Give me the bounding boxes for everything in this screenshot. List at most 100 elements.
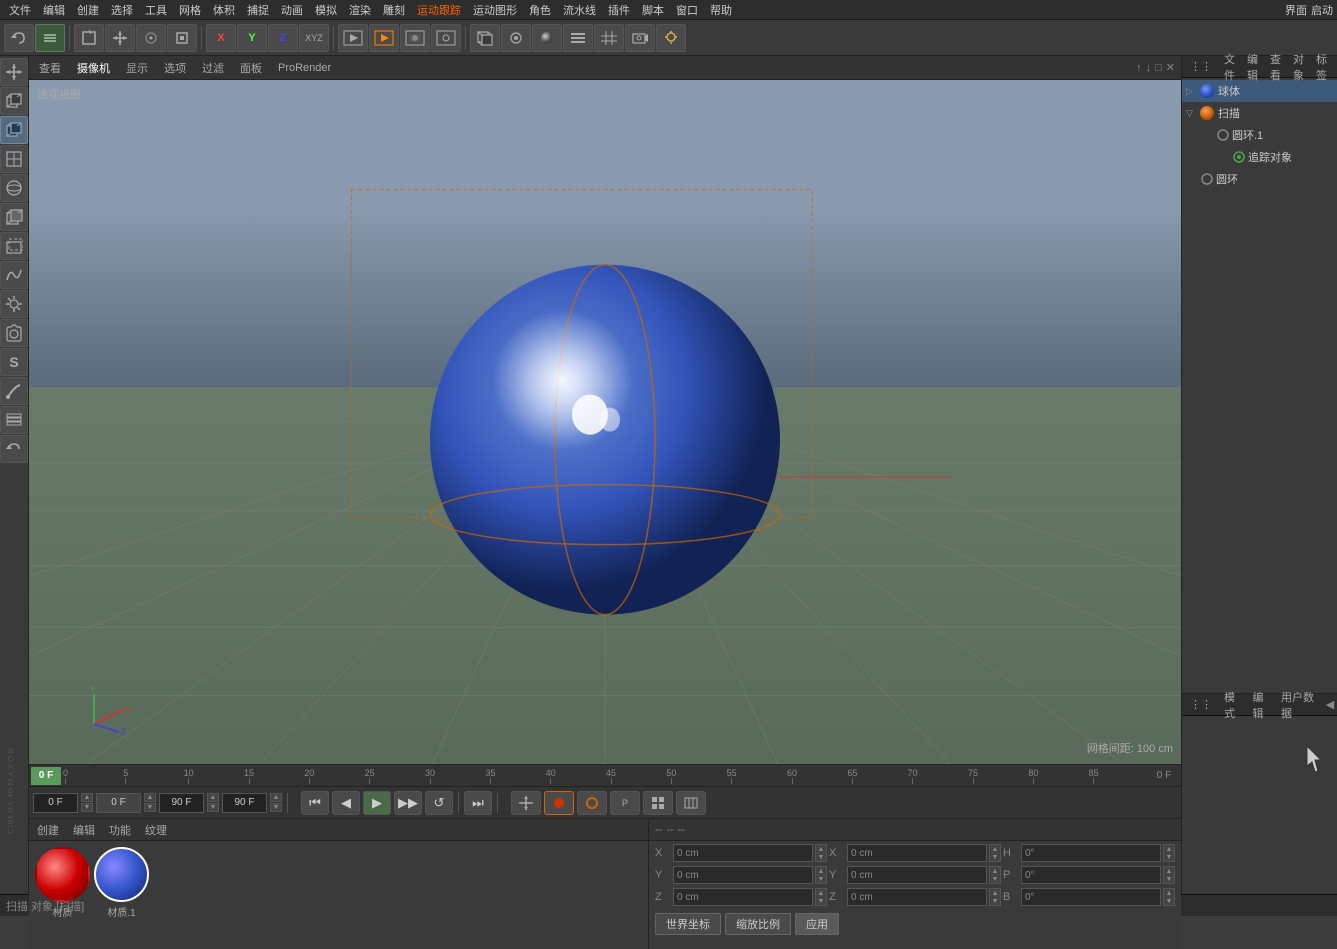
coord-b-input[interactable]	[1021, 888, 1161, 906]
sidebar-sphere[interactable]	[0, 174, 28, 202]
object-row-circle1[interactable]: 圆环.1 ☑ ✓ ✓	[1182, 124, 1337, 146]
menu-window[interactable]: 窗口	[671, 1, 703, 19]
menu-sculpt[interactable]: 雕刻	[378, 1, 410, 19]
coord-ry-up[interactable]: ▲	[990, 867, 1000, 875]
start-frame-input[interactable]	[96, 793, 141, 813]
menu-render[interactable]: 渲染	[344, 1, 376, 19]
sidebar-cube-solid[interactable]	[0, 203, 28, 231]
object-row-tracker[interactable]: 追踪对象 ☑ ✓	[1182, 146, 1337, 168]
record-kf-btn[interactable]	[544, 791, 574, 815]
coord-rz-up[interactable]: ▲	[990, 889, 1000, 897]
max-frame-up[interactable]: ▲	[270, 793, 282, 802]
coord-y-down[interactable]: ▼	[816, 875, 826, 883]
object-row-scan[interactable]: ▽ 扫描 ☑ ✓ ✓	[1182, 102, 1337, 124]
next-frame-btn[interactable]: ▶▶	[394, 791, 422, 815]
coord-rx-input[interactable]	[847, 844, 987, 862]
mtab-create[interactable]: 创建	[33, 820, 63, 840]
sidebar-move-tool[interactable]	[0, 58, 28, 86]
view-light-button[interactable]	[656, 24, 686, 52]
coord-y-up[interactable]: ▲	[816, 867, 826, 875]
menu-motion-track[interactable]: 运动跟踪	[412, 1, 466, 19]
coord-ry-input[interactable]	[847, 866, 987, 884]
om-tab-view[interactable]: 查看	[1266, 49, 1285, 85]
vtab-panel[interactable]: 面板	[236, 58, 266, 78]
coord-x-up[interactable]: ▲	[816, 845, 826, 853]
undo-button[interactable]	[4, 24, 34, 52]
3d-viewport[interactable]: 透视视图	[29, 80, 1181, 764]
menu-plugin[interactable]: 插件	[603, 1, 635, 19]
coord-x-down[interactable]: ▼	[816, 853, 826, 861]
max-frame-down[interactable]: ▼	[270, 803, 282, 812]
axis-z-button[interactable]: Z	[268, 24, 298, 52]
auto-kf-btn[interactable]	[577, 791, 607, 815]
goto-first-keyframe-btn[interactable]: ⏭	[464, 791, 492, 815]
coord-p-up[interactable]: ▲	[1164, 867, 1174, 875]
coord-p-down[interactable]: ▼	[1164, 875, 1174, 883]
menu-character[interactable]: 角色	[524, 1, 556, 19]
menu-tools[interactable]: 工具	[140, 1, 172, 19]
vp-arrow-up[interactable]: ↑	[1136, 62, 1142, 74]
coord-p-input[interactable]	[1021, 866, 1161, 884]
coord-p-spinner[interactable]: ▲ ▼	[1163, 866, 1175, 884]
view-active-button[interactable]	[501, 24, 531, 52]
sphere-object[interactable]	[415, 250, 795, 633]
object-row-sphere[interactable]: ▷ 球体 ☑ ✓ ✓	[1182, 80, 1337, 102]
coord-rz-down[interactable]: ▼	[990, 897, 1000, 905]
apply-btn[interactable]: 应用	[795, 913, 839, 935]
render-to-picture-button[interactable]	[400, 24, 430, 52]
coord-h-down[interactable]: ▼	[1164, 853, 1174, 861]
render-settings-button[interactable]	[431, 24, 461, 52]
menu-simulate[interactable]: 模拟	[310, 1, 342, 19]
frame-down[interactable]: ▼	[81, 803, 93, 812]
om-tab-file[interactable]: 文件	[1220, 49, 1239, 85]
sidebar-light[interactable]	[0, 290, 28, 318]
timeline-view-btn[interactable]	[676, 791, 706, 815]
menu-script[interactable]: 脚本	[637, 1, 669, 19]
coord-h-input[interactable]	[1021, 844, 1161, 862]
menu-select[interactable]: 选择	[106, 1, 138, 19]
end-frame-input[interactable]	[159, 793, 204, 813]
coord-h-up[interactable]: ▲	[1164, 845, 1174, 853]
scale-btn[interactable]: 缩放比例	[725, 913, 791, 935]
vp-maximize[interactable]: □	[1155, 62, 1162, 74]
sidebar-spline[interactable]	[0, 261, 28, 289]
view-grid-button[interactable]	[594, 24, 624, 52]
vp-close[interactable]: ✕	[1166, 61, 1175, 74]
view-shading-button[interactable]	[532, 24, 562, 52]
coord-ry-spinner[interactable]: ▲ ▼	[989, 866, 1001, 884]
om-tab-tag[interactable]: 标签	[1312, 49, 1331, 85]
ruler-marks[interactable]: 051015202530354045505560657075808590	[63, 765, 1149, 786]
menu-file[interactable]: 文件	[4, 1, 36, 19]
scan-expand[interactable]: ▽	[1186, 108, 1198, 119]
select-rect-button[interactable]	[74, 24, 104, 52]
render-button[interactable]	[369, 24, 399, 52]
om-tab-object[interactable]: 对象	[1289, 49, 1308, 85]
coord-rx-down[interactable]: ▼	[990, 853, 1000, 861]
menu-create[interactable]: 创建	[72, 1, 104, 19]
coord-rx-up[interactable]: ▲	[990, 845, 1000, 853]
coord-z-spinner[interactable]: ▲ ▼	[815, 888, 827, 906]
preview-range-btn[interactable]: P	[610, 791, 640, 815]
axis-y-button[interactable]: Y	[237, 24, 267, 52]
history-button[interactable]	[35, 24, 65, 52]
mtab-function[interactable]: 功能	[105, 820, 135, 840]
vp-arrow-down[interactable]: ↓	[1146, 62, 1152, 74]
menu-pipeline[interactable]: 流水线	[558, 1, 601, 19]
object-row-circle[interactable]: 圆环 ☑ ✓ ✓	[1182, 168, 1337, 190]
render-preview-button[interactable]	[338, 24, 368, 52]
coord-z-input[interactable]	[673, 888, 813, 906]
coord-y-input[interactable]	[673, 866, 813, 884]
menu-motion[interactable]: 捕捉	[242, 1, 274, 19]
end-frame-down[interactable]: ▼	[207, 803, 219, 812]
menu-edit[interactable]: 编辑	[38, 1, 70, 19]
move-button[interactable]	[105, 24, 135, 52]
view-layers-button[interactable]	[563, 24, 593, 52]
menu-help[interactable]: 帮助	[705, 1, 737, 19]
sidebar-sculpt[interactable]	[0, 377, 28, 405]
start-frame-down[interactable]: ▼	[144, 803, 156, 812]
sidebar-layers[interactable]	[0, 406, 28, 434]
vtab-options[interactable]: 选项	[160, 58, 190, 78]
sidebar-subdivide[interactable]	[0, 145, 28, 173]
coord-b-spinner[interactable]: ▲ ▼	[1163, 888, 1175, 906]
mtab-texture[interactable]: 纹理	[141, 820, 171, 840]
